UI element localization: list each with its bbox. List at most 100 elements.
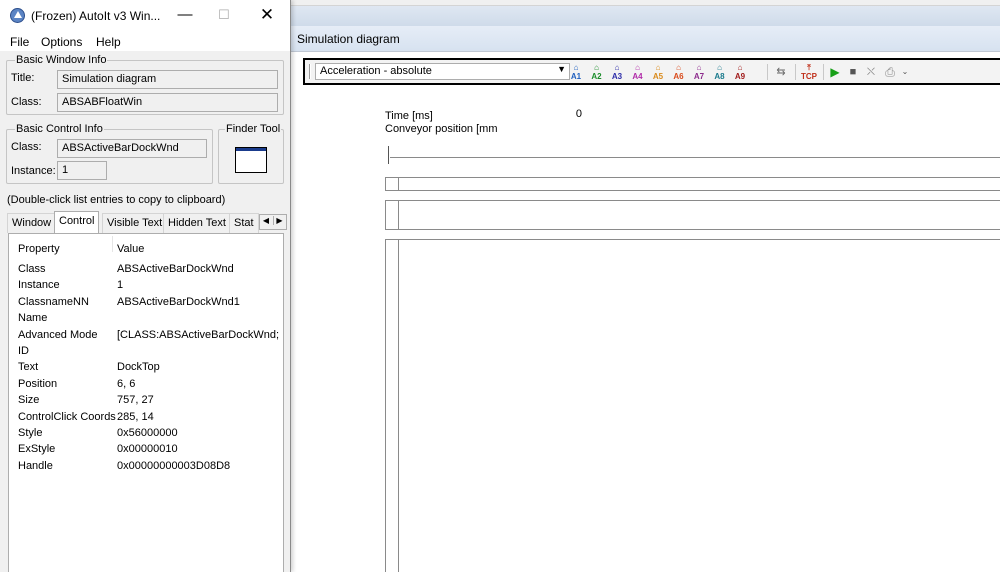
print-icon-button[interactable]: ⎙ [882, 63, 898, 81]
window-title-label: Title: [11, 72, 35, 84]
row-property: ClassnameNN [18, 295, 89, 308]
control-property-list[interactable]: Property Value Class ABSActiveBarDockWnd I… [8, 233, 284, 572]
diagram-panel-2 [385, 200, 1000, 230]
tab-control[interactable]: Control [54, 211, 100, 234]
table-row[interactable]: ClassnameNN ABSActiveBarDockWnd1 [9, 296, 283, 312]
tab-scroll-right-icon[interactable]: ▶ [273, 216, 285, 225]
axis-button-a7[interactable]: ⌂ A7 [691, 63, 707, 81]
time-value: 0 [575, 108, 582, 120]
axis-button-a1[interactable]: ⌂ A1 [568, 63, 584, 81]
tcp-button[interactable]: ⤒ TCP [799, 63, 819, 81]
row-value: ABSActiveBarDockWnd1 [117, 295, 240, 308]
axis-icon: ⌂ [655, 63, 661, 72]
row-value: 6, 6 [117, 377, 136, 390]
axis-icon: ⌂ [717, 63, 722, 72]
table-row[interactable]: ControlClick Coords 285, 14 [9, 411, 283, 427]
axis-label: A8 [714, 72, 725, 81]
menu-bar: File Options Help [0, 31, 290, 51]
tab-scroll-left-icon[interactable]: ◀ [260, 216, 272, 225]
table-row[interactable]: Instance 1 [9, 279, 283, 295]
toolbar-separator [823, 64, 824, 80]
tcp-label: TCP [801, 72, 817, 81]
window-class-label: Class: [11, 96, 42, 108]
table-row[interactable]: Advanced Mode [CLASS:ABSActiveBarDockWnd;… [9, 329, 283, 345]
table-row[interactable]: ExStyle 0x00000010 [9, 443, 283, 459]
table-row[interactable]: Class ABSActiveBarDockWnd [9, 263, 283, 279]
row-property: Text [18, 361, 39, 374]
finder-tool-title: Finder Tool [225, 123, 282, 135]
control-class-field[interactable]: ABSActiveBarDockWnd [57, 139, 207, 158]
axis-icon: ⌂ [594, 63, 599, 72]
table-row[interactable]: Handle 0x00000000003D08D8 [9, 460, 283, 476]
row-property: Name [18, 312, 48, 325]
table-row[interactable]: ID [9, 345, 283, 361]
row-property: ExStyle [18, 443, 56, 456]
conveyor-icon-button[interactable]: ⇆ [773, 63, 789, 81]
row-property: Size [18, 394, 40, 407]
time-slider-thumb[interactable] [388, 146, 393, 164]
tab-hidden-text[interactable]: Hidden Text [163, 213, 231, 233]
table-row[interactable]: Style 0x56000000 [9, 427, 283, 443]
axis-label: A1 [570, 72, 582, 81]
autoit-titlebar[interactable]: (Frozen) AutoIt v3 Win... — ☐ ✕ [0, 0, 290, 31]
tab-visible-text[interactable]: Visible Text [102, 213, 168, 233]
stop-icon-button[interactable]: ■ [845, 63, 861, 81]
time-conveyor-labels: Time [ms] Conveyor position [mm] [385, 110, 501, 136]
table-row[interactable]: Name [9, 312, 283, 328]
axis-icon: ⌂ [635, 63, 640, 72]
row-value: 0x00000000003D08D8 [117, 459, 231, 472]
time-slider-track[interactable] [390, 157, 1000, 158]
window-header-band [290, 6, 1000, 26]
time-value-box: 0 [497, 104, 584, 138]
step-icon-button[interactable]: ⛌ [863, 63, 879, 81]
header-separator[interactable] [112, 236, 113, 252]
toolbar-separator [795, 64, 796, 80]
axis-button-a4[interactable]: ⌂ A4 [630, 63, 646, 81]
axis-icon: ⌂ [614, 63, 620, 72]
axis-button-a5[interactable]: ⌂ A5 [650, 63, 666, 81]
simulation-diagram-title: Simulation diagram [290, 26, 1000, 52]
axis-button-a2[interactable]: ⌂ A2 [589, 63, 605, 81]
window-title-field[interactable]: Simulation diagram [57, 70, 278, 89]
table-row[interactable]: Position 6, 6 [9, 378, 283, 394]
menu-file[interactable]: File [10, 35, 29, 49]
window-class-field[interactable]: ABSABFloatWin [57, 93, 278, 112]
header-property[interactable]: Property [18, 243, 60, 255]
row-property: ID [18, 345, 29, 357]
menu-help[interactable]: Help [96, 35, 121, 49]
axis-button-a9[interactable]: ⌂ A9 [732, 63, 748, 81]
axis-button-a3[interactable]: ⌂ A3 [609, 63, 625, 81]
toolbar-grip[interactable] [309, 64, 311, 79]
tcp-arrow-icon: ⤒ [807, 63, 811, 72]
row-value: DockTop [117, 361, 160, 374]
table-row[interactable]: Size 757, 27 [9, 394, 283, 410]
axis-label: A5 [652, 72, 664, 81]
autoit-logo-icon [10, 8, 25, 23]
row-property: Handle [18, 459, 53, 472]
finder-tool-icon[interactable] [235, 147, 267, 173]
diagram-type-dropdown[interactable]: Acceleration - absolute ▼ [315, 63, 570, 80]
minimize-button[interactable]: — [172, 4, 198, 26]
autoit-window-title: (Frozen) AutoIt v3 Win... [31, 9, 161, 23]
row-property: Class [18, 263, 46, 275]
tab-statusbar[interactable]: Stat [229, 213, 259, 233]
toolbar-separator [767, 64, 768, 80]
menu-options[interactable]: Options [41, 35, 82, 49]
control-instance-field[interactable]: 1 [57, 161, 107, 180]
autoit-window-info: (Frozen) AutoIt v3 Win... — ☐ ✕ File Opt… [0, 0, 291, 572]
control-instance-label: Instance: [11, 165, 56, 177]
axis-icon: ⌂ [573, 63, 579, 72]
play-icon-button[interactable]: ▶ [827, 63, 843, 81]
close-button[interactable]: ✕ [254, 4, 280, 26]
axis-icon: ⌂ [737, 63, 743, 72]
basic-control-info-title: Basic Control Info [15, 123, 104, 135]
tab-window[interactable]: Window [7, 213, 57, 233]
tab-scroll-buttons: ◀ ▶ [259, 214, 287, 230]
maximize-button[interactable]: ☐ [211, 4, 237, 26]
header-value[interactable]: Value [117, 243, 144, 255]
row-property: ControlClick Coords [18, 410, 116, 423]
table-row[interactable]: Text DockTop [9, 361, 283, 377]
axis-button-a8[interactable]: ⌂ A8 [712, 63, 728, 81]
toolbar-overflow-icon[interactable]: ⌄ [897, 63, 913, 81]
axis-button-a6[interactable]: ⌂ A6 [671, 63, 687, 81]
